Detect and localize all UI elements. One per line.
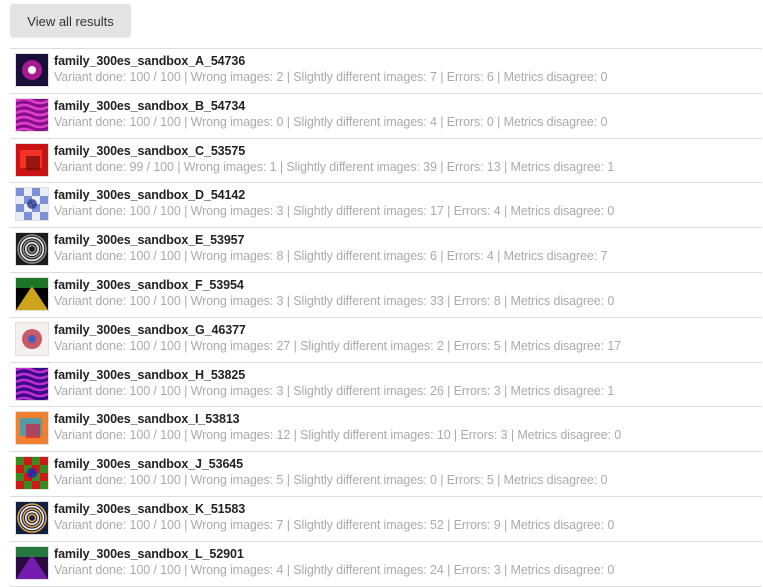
result-row[interactable]: family_300es_sandbox_G_46377 Variant don… [10,318,762,363]
result-stats: Variant done: 100 / 100 | Wrong images: … [54,562,615,577]
result-thumbnail-image [16,412,48,445]
result-stats: Variant done: 100 / 100 | Wrong images: … [54,114,608,129]
result-title: family_300es_sandbox_K_51583 [54,501,246,516]
result-row[interactable]: family_300es_sandbox_J_53645 Variant don… [10,452,762,497]
result-stats: Variant done: 100 / 100 | Wrong images: … [54,428,622,443]
result-stats: Variant done: 100 / 100 | Wrong images: … [54,473,608,488]
result-title: family_300es_sandbox_I_53813 [54,412,240,427]
result-row[interactable]: family_300es_sandbox_C_53575 Variant don… [10,139,762,184]
result-thumbnail-image [16,188,48,221]
result-thumbnail-image [16,277,48,310]
result-stats: Variant done: 100 / 100 | Wrong images: … [54,517,615,532]
result-thumbnail-image [16,367,48,400]
result-row[interactable]: family_300es_sandbox_H_53825 Variant don… [10,363,762,408]
result-row[interactable]: family_300es_sandbox_F_53954 Variant don… [10,273,762,318]
toolbar: View all results [10,4,131,37]
result-row[interactable]: family_300es_sandbox_K_51583 Variant don… [10,497,762,542]
result-stats: Variant done: 100 / 100 | Wrong images: … [54,204,615,219]
result-stats: Variant done: 100 / 100 | Wrong images: … [54,383,615,398]
result-thumbnail-image [16,98,48,131]
result-row[interactable]: family_300es_sandbox_L_52901 Variant don… [10,542,762,587]
view-all-results-button[interactable]: View all results [10,4,131,37]
result-thumbnail-image [16,501,48,534]
result-thumbnail-image [16,54,48,86]
result-row[interactable]: family_300es_sandbox_A_54736 Variant don… [10,49,762,94]
result-thumbnail-image [16,143,48,176]
result-title: family_300es_sandbox_E_53957 [54,233,245,248]
result-title: family_300es_sandbox_L_52901 [54,546,244,561]
result-stats: Variant done: 100 / 100 | Wrong images: … [54,70,608,84]
result-title: family_300es_sandbox_F_53954 [54,277,244,292]
result-title: family_300es_sandbox_D_54142 [54,188,246,203]
result-stats: Variant done: 100 / 100 | Wrong images: … [54,249,608,264]
result-thumbnail-image [16,546,48,579]
result-stats: Variant done: 99 / 100 | Wrong images: 1… [54,159,615,174]
result-row[interactable]: family_300es_sandbox_B_54734 Variant don… [10,94,762,139]
result-thumbnail-image [16,233,48,266]
result-stats: Variant done: 100 / 100 | Wrong images: … [54,338,622,353]
result-title: family_300es_sandbox_C_53575 [54,143,246,158]
results-list: family_300es_sandbox_A_54736 Variant don… [10,48,762,587]
result-stats: Variant done: 100 / 100 | Wrong images: … [54,293,615,308]
result-title: family_300es_sandbox_G_46377 [54,322,246,337]
result-row[interactable]: family_300es_sandbox_E_53957 Variant don… [10,228,762,273]
result-title: family_300es_sandbox_J_53645 [54,457,244,472]
result-thumbnail-image [16,457,48,490]
result-row[interactable]: family_300es_sandbox_D_54142 Variant don… [10,183,762,229]
result-title: family_300es_sandbox_B_54734 [54,98,246,113]
result-row[interactable]: family_300es_sandbox_I_53813 Variant don… [10,407,762,453]
result-thumbnail-image [16,322,48,355]
result-title: family_300es_sandbox_A_54736 [54,54,246,68]
result-title: family_300es_sandbox_H_53825 [54,367,246,382]
